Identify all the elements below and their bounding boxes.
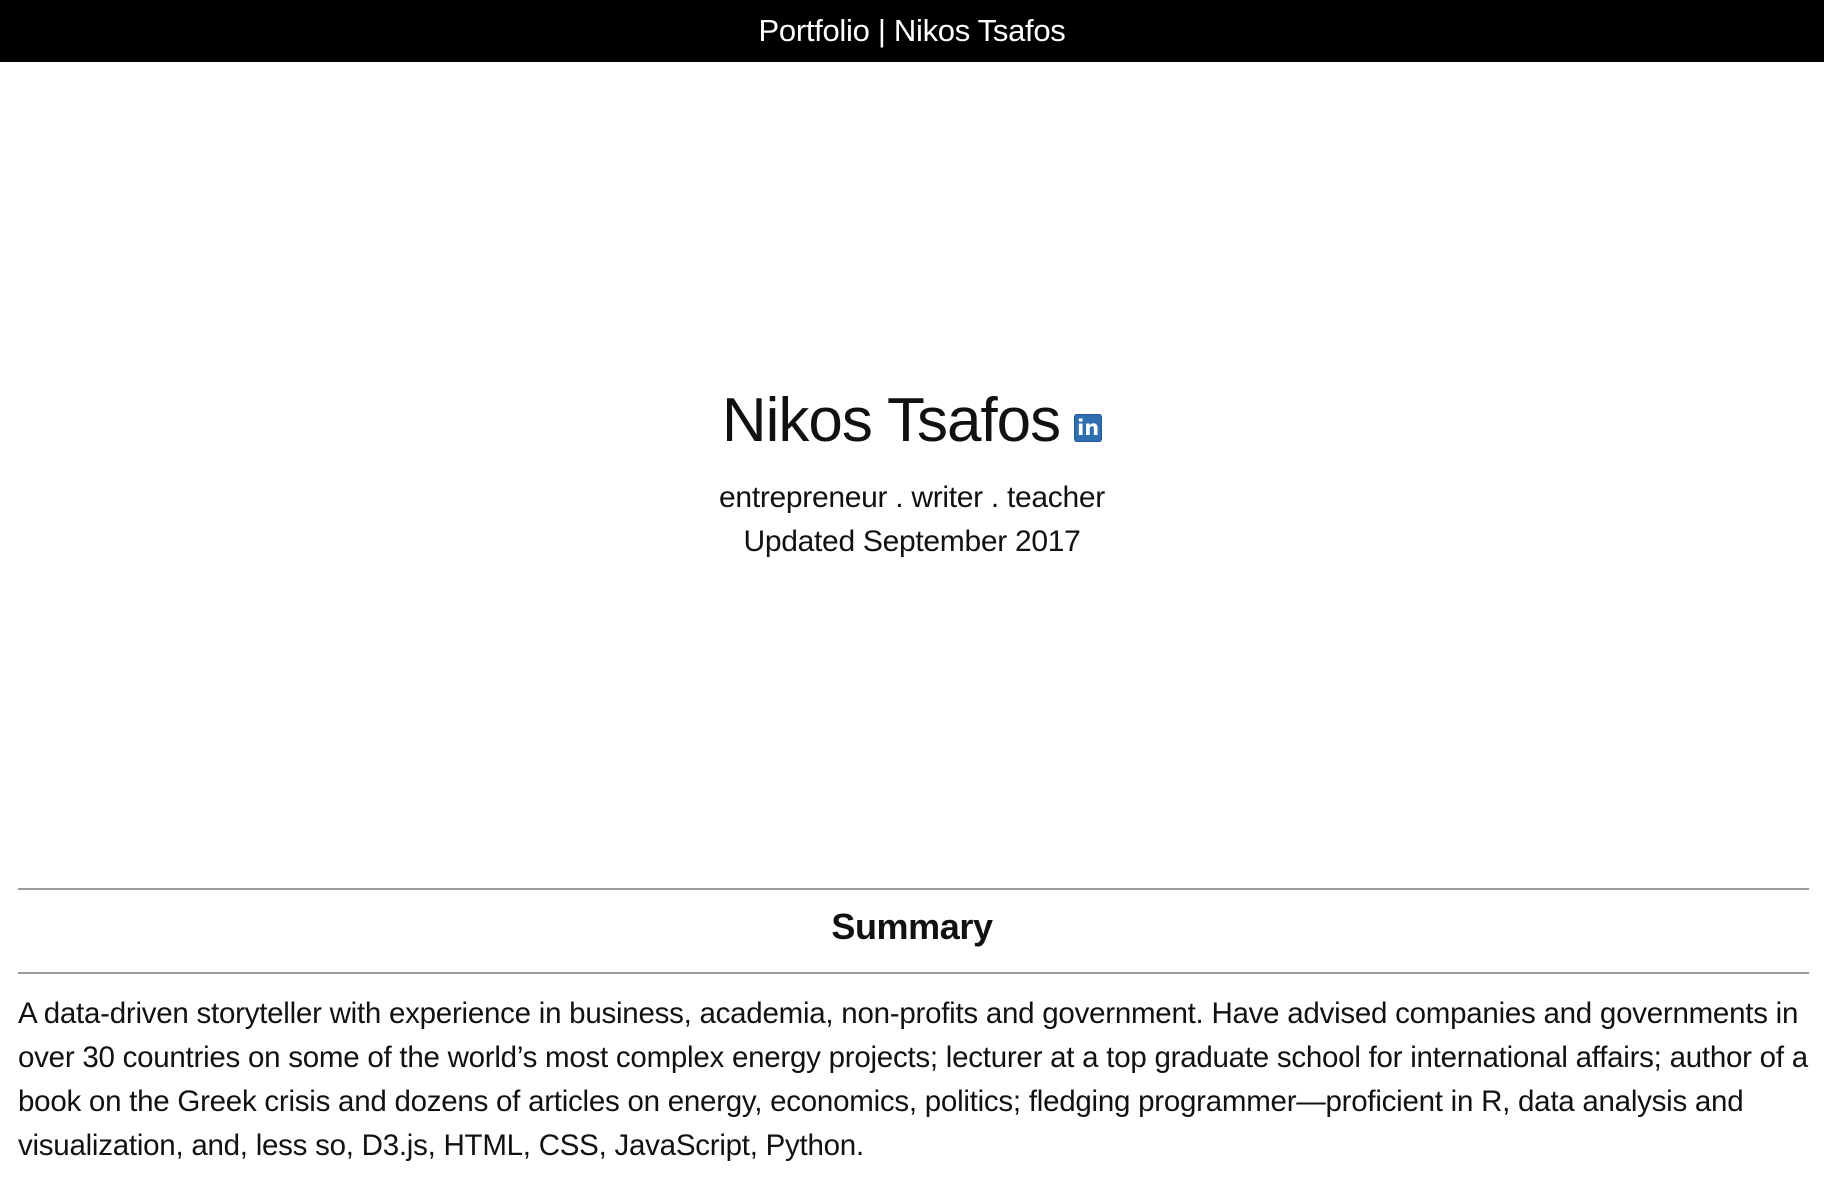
summary-heading: Summary [831, 906, 993, 947]
divider-bottom [18, 972, 1809, 974]
page-title: Portfolio | Nikos Tsafos [758, 13, 1066, 48]
profile-name: Nikos Tsafos [721, 386, 1061, 455]
tagline: entrepreneur . writer . teacher [719, 481, 1105, 514]
divider-top [18, 888, 1809, 890]
name-row: Nikos Tsafos in [721, 385, 1103, 456]
top-bar: Portfolio | Nikos Tsafos [0, 0, 1824, 62]
linkedin-icon[interactable]: in [1074, 413, 1103, 442]
summary-paragraph: A data-driven storyteller with experienc… [18, 997, 1808, 1162]
hero-section: Nikos Tsafos in entrepreneur . writer . … [0, 385, 1824, 564]
updated-date: Updated September 2017 [743, 525, 1081, 558]
